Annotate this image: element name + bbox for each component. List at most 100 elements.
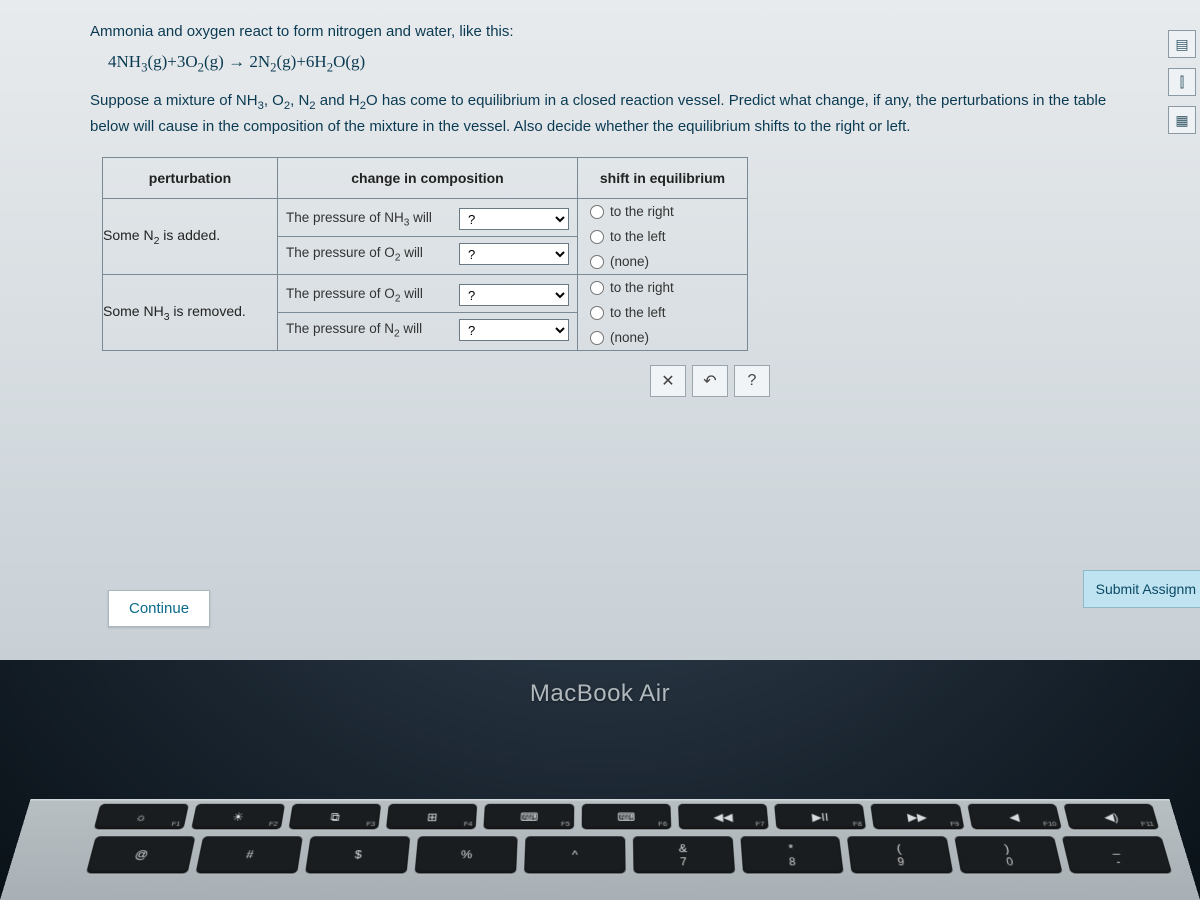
shift-left-option[interactable]: to the left — [578, 224, 747, 249]
calculator-icon[interactable]: ▤ — [1168, 30, 1196, 58]
f11-key: ◀) F11 — [1063, 804, 1159, 830]
problem-instructions: Suppose a mixture of NH3, O2, N2 and H2O… — [90, 89, 1140, 139]
shift-right-option[interactable]: to the right — [578, 199, 747, 224]
pert-text: Some N — [103, 227, 154, 243]
key-label: F11 — [1140, 820, 1155, 828]
mute-icon: ◀ — [1008, 811, 1020, 822]
radio-input[interactable] — [590, 281, 604, 295]
f6-key: ⌨F6 — [581, 804, 671, 830]
change-cell: The pressure of NH3 will ? The pressure … — [278, 199, 578, 275]
perturbation-table-wrap: perturbation change in composition shift… — [102, 157, 770, 397]
radio-input[interactable] — [590, 306, 604, 320]
eq-species: 2N — [249, 52, 270, 71]
table-action-row: ✕ ↶ ? — [114, 365, 770, 397]
key-number: 7 — [680, 855, 687, 867]
table-row: Some NH3 is removed. The pressure of O2 … — [103, 275, 748, 351]
launchpad-icon: ⊞ — [427, 811, 438, 822]
eq-plus: + — [296, 52, 306, 71]
radio-input[interactable] — [590, 205, 604, 219]
pert-text: is added. — [159, 227, 220, 243]
ruler-icon[interactable]: ⫿ — [1168, 68, 1196, 96]
clear-button[interactable]: ✕ — [650, 365, 686, 397]
num-key-5: % — [415, 836, 518, 873]
perturbation-table: perturbation change in composition shift… — [102, 157, 748, 351]
f7-key: ◀◀ F7 — [678, 804, 769, 830]
eq-state: (g) — [345, 52, 365, 71]
pressure-select[interactable]: ? — [459, 284, 569, 306]
brightness-up-icon: ☀ — [232, 811, 245, 822]
physical-keyboard: ☼F1 ☀F2 ⧉F3 ⊞F4 ⌨F5 ⌨F6 ◀◀F7 ▶IIF8 ▶▶F9 … — [0, 799, 1200, 900]
radio-input[interactable] — [590, 255, 604, 269]
eq-state: (g) — [147, 52, 167, 71]
eq-plus: + — [167, 52, 177, 71]
cl-text: will — [400, 245, 423, 260]
shift-none-option[interactable]: (none) — [578, 249, 747, 274]
key-symbol: $ — [354, 848, 363, 859]
f10-key: ◀ F10 — [967, 804, 1062, 830]
key-symbol: * — [788, 842, 794, 853]
function-key-row: ☼F1 ☀F2 ⧉F3 ⊞F4 ⌨F5 ⌨F6 ◀◀F7 ▶IIF8 ▶▶F9 … — [20, 800, 1179, 832]
key-symbol: % — [461, 848, 473, 859]
problem-intro: Ammonia and oxygen react to form nitroge… — [90, 20, 1140, 44]
cl-text: The pressure of N — [286, 321, 394, 336]
key-number: 0 — [1005, 855, 1014, 867]
col-shift: shift in equilibrium — [578, 158, 748, 199]
f2-key: ☀F2 — [191, 804, 285, 830]
tool-sidebar: ▤ ⫿ ▦ — [1168, 30, 1196, 134]
pressure-select[interactable]: ? — [459, 208, 569, 230]
eq-arrow: → — [224, 52, 250, 71]
key-label: F8 — [852, 820, 862, 828]
key-label: F7 — [755, 820, 765, 828]
instr-text: , O — [264, 92, 284, 109]
rewind-icon: ◀◀ — [713, 811, 733, 822]
submit-assignment-button[interactable]: Submit Assignm — [1083, 570, 1200, 608]
key-number: 9 — [897, 855, 905, 867]
eq-state: (g) — [277, 52, 297, 71]
key-label: F5 — [561, 820, 570, 828]
key-symbol: ( — [896, 842, 902, 853]
radio-label: to the left — [610, 305, 666, 320]
question-icon: ? — [748, 372, 757, 390]
f4-key: ⊞ F4 — [386, 804, 478, 830]
continue-button[interactable]: Continue — [108, 590, 210, 627]
cl-text: The pressure of O — [286, 286, 395, 301]
key-symbol: ^ — [572, 848, 578, 859]
reset-button[interactable]: ↶ — [692, 365, 728, 397]
change-label: The pressure of N2 will — [286, 321, 459, 340]
pert-text: is removed. — [170, 303, 246, 319]
pressure-select[interactable]: ? — [459, 319, 569, 341]
chemical-equation: 4NH3(g)+3O2(g) → 2N2(g)+6H2O(g) — [108, 52, 1140, 75]
help-button[interactable]: ? — [734, 365, 770, 397]
num-key-9: (9 — [847, 836, 953, 873]
radio-label: (none) — [610, 254, 649, 269]
volume-down-icon: ◀) — [1103, 811, 1120, 822]
key-symbol: & — [678, 842, 687, 853]
pressure-select[interactable]: ? — [459, 243, 569, 265]
radio-input[interactable] — [590, 331, 604, 345]
app-screen: Ammonia and oxygen react to form nitroge… — [0, 0, 1200, 660]
change-label: The pressure of NH3 will — [286, 210, 459, 229]
key-label: F4 — [463, 820, 473, 828]
periodic-table-icon[interactable]: ▦ — [1168, 106, 1196, 134]
radio-label: to the left — [610, 229, 666, 244]
key-number: - — [1115, 855, 1122, 867]
radio-label: (none) — [610, 330, 649, 345]
num-key-8: *8 — [740, 836, 844, 873]
eq-species: 3O — [177, 52, 198, 71]
num-key-4: $ — [305, 836, 410, 873]
key-label: F10 — [1042, 820, 1057, 828]
num-key-3: # — [196, 836, 303, 873]
shift-none-option[interactable]: (none) — [578, 325, 747, 350]
radio-label: to the right — [610, 280, 674, 295]
shift-right-option[interactable]: to the right — [578, 275, 747, 300]
num-key-6: ^ — [524, 836, 625, 873]
minus-key: _- — [1062, 836, 1172, 873]
keyboard-light-down-icon: ⌨ — [520, 811, 538, 822]
shift-left-option[interactable]: to the left — [578, 300, 747, 325]
col-perturbation: perturbation — [103, 158, 278, 199]
instr-text: Suppose a mixture of NH — [90, 92, 258, 109]
radio-input[interactable] — [590, 230, 604, 244]
num-key-7: &7 — [633, 836, 735, 873]
f5-key: ⌨ F5 — [484, 804, 574, 830]
number-key-row: @ # $ % ^ &7 *8 (9 )0 _- — [7, 833, 1193, 877]
